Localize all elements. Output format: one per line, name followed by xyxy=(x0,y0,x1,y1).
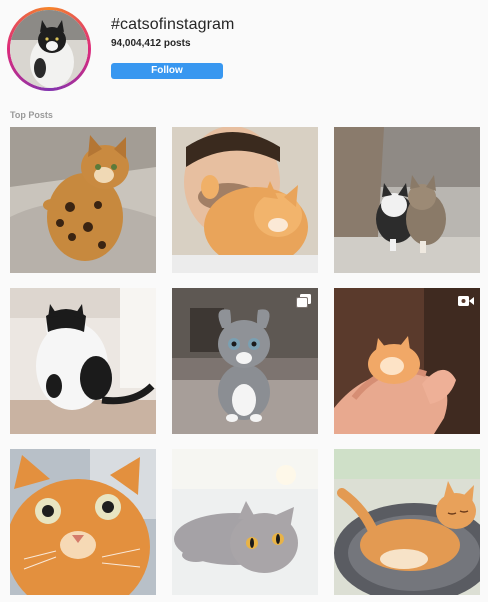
post-count-suffix: posts xyxy=(163,38,191,49)
post-tile-orange-cat-closeup[interactable] xyxy=(10,449,156,595)
hashtag-avatar[interactable] xyxy=(7,7,91,91)
post-count: 94,004,412 posts xyxy=(111,38,191,49)
video-icon xyxy=(458,294,474,308)
post-tile-kitten-in-hand[interactable] xyxy=(334,288,480,434)
post-tile-man-with-kitten[interactable] xyxy=(172,127,318,273)
post-tile-orange-cat-sleeping[interactable] xyxy=(334,449,480,595)
follow-button[interactable]: Follow xyxy=(111,63,223,79)
post-tile-two-kittens-tree[interactable] xyxy=(334,127,480,273)
post-tile-bengal-kitten[interactable] xyxy=(10,127,156,273)
post-tile-grey-shorthair-lying[interactable] xyxy=(172,449,318,595)
post-image xyxy=(334,449,480,595)
avatar-image xyxy=(10,10,88,88)
hashtag-header: #catsofinstagram 94,004,412 posts Follow xyxy=(0,0,488,100)
post-image xyxy=(172,288,318,434)
top-posts-grid xyxy=(10,127,480,595)
post-image xyxy=(334,127,480,273)
hashtag-title: #catsofinstagram xyxy=(111,16,235,33)
post-image xyxy=(172,127,318,273)
top-posts-label: Top Posts xyxy=(10,110,53,120)
post-image xyxy=(172,449,318,595)
post-image xyxy=(10,127,156,273)
carousel-icon xyxy=(296,294,312,308)
post-image xyxy=(10,288,156,434)
post-image xyxy=(334,288,480,434)
post-tile-grey-kitten-curl-ears[interactable] xyxy=(172,288,318,434)
post-image xyxy=(10,449,156,595)
post-tile-black-white-cat[interactable] xyxy=(10,288,156,434)
post-count-number: 94,004,412 xyxy=(111,38,162,49)
